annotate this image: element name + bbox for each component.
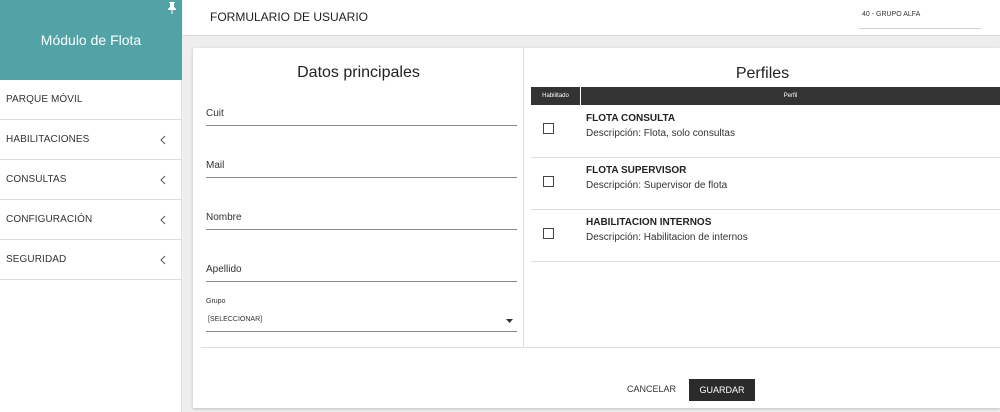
- column-header-enabled: Habilitado: [531, 87, 581, 105]
- group-selector[interactable]: 40 - GRUPO ALFA: [859, 0, 981, 29]
- chevron-left-icon: [160, 255, 166, 264]
- table-row: HABILITACION INTERNOS Descripción: Habil…: [531, 210, 1000, 262]
- group-selector-value: 40 - GRUPO ALFA: [862, 11, 921, 18]
- profiles-table-header: Habilitado Perfil: [531, 87, 1000, 105]
- cuit-field[interactable]: Cuit: [206, 104, 517, 126]
- pin-icon[interactable]: [167, 2, 177, 14]
- sidebar-item-parque-movil[interactable]: PARQUE MÓVIL: [0, 80, 181, 120]
- cancel-button[interactable]: CANCELAR: [627, 384, 676, 394]
- user-form-card: Datos principales Cuit Mail Nombre Apell…: [193, 48, 1000, 408]
- save-button[interactable]: GUARDAR: [689, 379, 755, 401]
- cuit-label: Cuit: [206, 108, 224, 119]
- profile-checkbox-flota-consulta[interactable]: [543, 123, 554, 134]
- chevron-left-icon: [160, 215, 166, 224]
- sidebar-header: Módulo de Flota: [0, 0, 182, 80]
- sidebar-menu: PARQUE MÓVIL HABILITACIONES CONSULTAS CO…: [0, 80, 181, 280]
- table-row: FLOTA SUPERVISOR Descripción: Supervisor…: [531, 158, 1000, 210]
- sidebar-item-label: CONFIGURACIÓN: [6, 214, 93, 225]
- apellido-field[interactable]: Apellido: [206, 260, 517, 282]
- sidebar-title: Módulo de Flota: [40, 32, 142, 48]
- main-data-title: Datos principales: [297, 64, 420, 81]
- nombre-label: Nombre: [206, 212, 242, 223]
- profiles-title: Perfiles: [735, 65, 790, 82]
- sidebar-item-configuracion[interactable]: CONFIGURACIÓN: [0, 200, 181, 240]
- mail-label: Mail: [206, 160, 225, 171]
- table-row: FLOTA CONSULTA Descripción: Flota, solo …: [531, 106, 1000, 158]
- profiles-section: Perfiles Habilitado Perfil FLOTA CONSULT…: [525, 48, 1000, 348]
- top-bar: FORMULARIO DE USUARIO 40 - GRUPO ALFA: [183, 0, 1000, 36]
- profile-checkbox-flota-supervisor[interactable]: [543, 176, 554, 187]
- sidebar-item-seguridad[interactable]: SEGURIDAD: [0, 240, 181, 280]
- sidebar-item-consultas[interactable]: CONSULTAS: [0, 160, 181, 200]
- profile-description: Descripción: Habilitacion de internos: [586, 232, 748, 243]
- profile-description: Descripción: Supervisor de flota: [586, 180, 728, 191]
- chevron-left-icon: [160, 135, 166, 144]
- grupo-value: [SELECCIONAR]: [208, 316, 263, 323]
- profile-name: FLOTA CONSULTA: [586, 113, 676, 124]
- profile-checkbox-habilitacion-internos[interactable]: [543, 228, 554, 239]
- mail-field[interactable]: Mail: [206, 156, 517, 178]
- form-divider: [201, 347, 1000, 348]
- caret-down-icon: [506, 319, 513, 323]
- chevron-left-icon: [160, 175, 166, 184]
- profile-name: FLOTA SUPERVISOR: [586, 165, 687, 176]
- column-header-profile: Perfil: [783, 93, 798, 99]
- sidebar-item-label: SEGURIDAD: [6, 254, 67, 265]
- sidebar-item-label: HABILITACIONES: [6, 134, 90, 145]
- sidebar-item-label: PARQUE MÓVIL: [6, 94, 83, 105]
- sidebar: Módulo de Flota PARQUE MÓVIL HABILITACIO…: [0, 0, 182, 412]
- page-title: FORMULARIO DE USUARIO: [210, 10, 369, 24]
- grupo-select[interactable]: Grupo [SELECCIONAR]: [206, 298, 517, 332]
- apellido-label: Apellido: [206, 264, 242, 275]
- sidebar-item-habilitaciones[interactable]: HABILITACIONES: [0, 120, 181, 160]
- profile-description: Descripción: Flota, solo consultas: [586, 128, 735, 139]
- grupo-label: Grupo: [206, 298, 226, 305]
- main-data-section: Datos principales Cuit Mail Nombre Apell…: [193, 48, 524, 348]
- nombre-field[interactable]: Nombre: [206, 208, 517, 230]
- profile-name: HABILITACION INTERNOS: [586, 217, 712, 228]
- sidebar-item-label: CONSULTAS: [6, 174, 67, 185]
